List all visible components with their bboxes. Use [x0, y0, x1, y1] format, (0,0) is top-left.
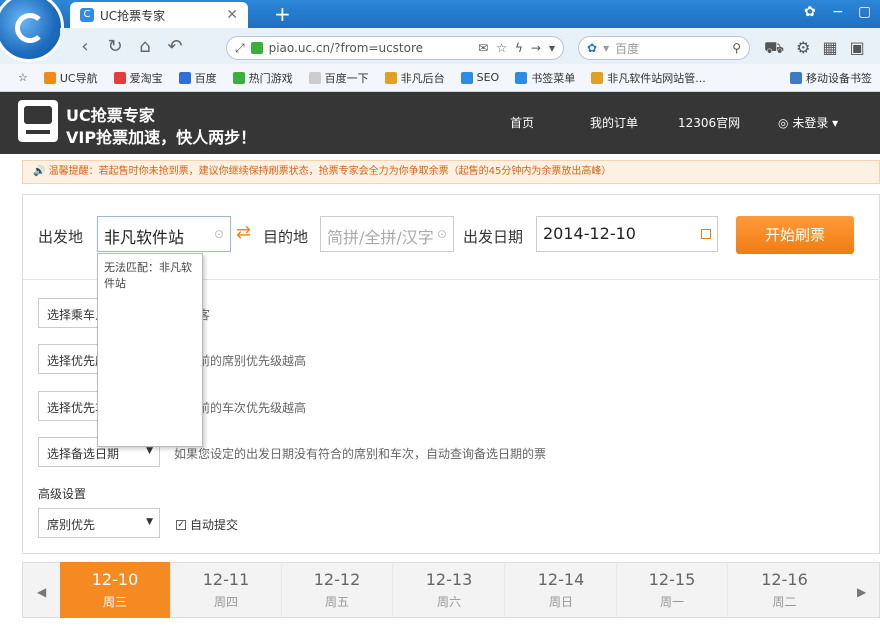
new-tab-icon[interactable]: +: [274, 2, 291, 26]
bookmark-icon: [113, 71, 126, 84]
location-pin-icon: ⊙: [436, 227, 447, 241]
mail-icon[interactable]: ✉: [478, 41, 488, 55]
calendar-icon[interactable]: [701, 229, 711, 239]
user-icon: ◎: [778, 116, 789, 130]
date-label: 出发日期: [463, 228, 524, 246]
next-arrow-icon[interactable]: ▶: [857, 585, 866, 599]
chevron-down-icon: ▾: [832, 116, 839, 130]
date-tab-5[interactable]: 12-15 周一: [617, 562, 728, 618]
site-title: UC抢票专家: [66, 106, 155, 125]
maximize-icon[interactable]: ▢: [858, 4, 871, 20]
from-value: 非凡软件站: [104, 228, 185, 247]
bookmark-icon: [308, 71, 321, 84]
speaker-icon: 🔊: [33, 166, 46, 177]
home-icon[interactable]: ⌂: [130, 36, 160, 57]
tab-favicon-icon: C: [80, 8, 94, 22]
search-engine-dropdown-icon[interactable]: ▾: [603, 41, 609, 55]
bookmark-icon: [178, 71, 191, 84]
bookmarks-star-icon[interactable]: ☆: [10, 71, 36, 84]
no-match-text: 无法匹配：非凡软件站: [104, 261, 192, 290]
date-tab-3[interactable]: 12-13 周六: [394, 562, 505, 618]
to-label: 目的地: [263, 228, 309, 246]
prev-arrow-icon[interactable]: ◀: [37, 585, 46, 599]
nav-12306[interactable]: 12306官网: [678, 114, 740, 131]
bookmarks-bar: ☆ UC导航 爱淘宝 百度 热门游戏 百度一下 非凡后台 SEO 书签菜单 非凡…: [0, 64, 880, 92]
folder-icon: [515, 71, 528, 84]
notice-text: 温馨提醒：若起售时你未抢到票，建议你继续保持刷票状态，抢票专家会全力为你争取余票…: [48, 166, 612, 177]
login-label: 未登录: [792, 116, 829, 130]
bookmark-icon: [232, 71, 245, 84]
site-header: UC抢票专家 VIP抢票加速，快人两步！ 首页 我的订单 12306官网 ◎ 未…: [0, 92, 880, 154]
login-menu[interactable]: ◎ 未登录 ▾: [778, 114, 838, 131]
notice-banner: 🔊 温馨提醒：若起售时你未抢到票，建议你继续保持刷票状态，抢票专家会全力为你争取…: [22, 160, 880, 184]
search-box[interactable]: ✿ ▾ 百度 ⚲: [578, 36, 750, 60]
site-subtitle: VIP抢票加速，快人两步！: [66, 128, 257, 147]
date-input[interactable]: 2014-12-10: [536, 216, 718, 252]
bookmark-3[interactable]: 热门游戏: [225, 70, 301, 86]
url-text: piao.uc.cn/?from=ucstore: [268, 41, 424, 55]
browser-tab[interactable]: C UC抢票专家 ✕: [70, 2, 248, 28]
search-icon[interactable]: ⚲: [732, 41, 741, 55]
bookmark-1[interactable]: 爱淘宝: [106, 70, 171, 86]
tab-close-icon[interactable]: ✕: [226, 7, 238, 23]
secure-shield-icon: [250, 42, 263, 54]
advanced-label: 高级设置: [38, 487, 87, 501]
from-input[interactable]: 非凡软件站 ⊙: [97, 216, 231, 252]
date-tab-6[interactable]: 12-16 周二: [729, 562, 840, 618]
apps-icon[interactable]: ▣: [850, 38, 865, 59]
bookmark-4[interactable]: 百度一下: [301, 70, 377, 86]
grid-icon[interactable]: ▦: [822, 38, 837, 59]
chevron-down-icon: ▼: [146, 517, 153, 527]
bookmark-icon: [591, 71, 604, 84]
mobile-bookmarks[interactable]: 移动设备书签: [782, 70, 880, 86]
tab-title: UC抢票专家: [100, 8, 166, 23]
search-input[interactable]: 百度: [615, 40, 639, 57]
chevron-down-icon: ▼: [146, 446, 153, 456]
address-bar[interactable]: ⤢ piao.uc.cn/?from=ucstore ✉ ☆ ϟ → ▾: [226, 36, 564, 60]
location-pin-icon: ⊙: [213, 227, 224, 241]
bookmark-8[interactable]: 非凡软件站网站管...: [583, 70, 714, 86]
dropdown-icon[interactable]: ▾: [549, 41, 555, 55]
nav-home[interactable]: 首页: [510, 114, 534, 131]
bookmark-6[interactable]: SEO: [453, 71, 508, 84]
undo-icon[interactable]: ↶: [160, 36, 190, 57]
backup-date-hint: 如果您设定的出发日期没有符合的席别和车次，自动查询备选日期的票: [174, 447, 547, 461]
bookmark-icon: [43, 71, 56, 84]
date-tab-4[interactable]: 12-14 周日: [506, 562, 617, 618]
from-label: 出发地: [38, 228, 84, 246]
date-value: 2014-12-10: [543, 224, 636, 243]
bookmark-0[interactable]: UC导航: [36, 70, 106, 86]
skin-icon[interactable]: ✿: [804, 4, 816, 20]
star-icon[interactable]: ☆: [496, 41, 507, 55]
priority-select[interactable]: 席别优先 ▼: [38, 508, 160, 538]
nav-my-orders[interactable]: 我的订单: [590, 114, 638, 131]
to-input[interactable]: 简拼/全拼/汉字 ⊙: [320, 216, 454, 252]
bookmark-2[interactable]: 百度: [171, 70, 225, 86]
start-button[interactable]: 开始刷票: [736, 216, 854, 254]
truck-icon[interactable]: ⛟: [764, 38, 784, 59]
checkbox-icon[interactable]: ✓: [176, 519, 186, 530]
bookmark-icon: [384, 71, 397, 84]
auto-submit-checkbox[interactable]: ✓ 自动提交: [176, 516, 238, 533]
swap-icon[interactable]: ⇄: [236, 222, 251, 243]
lightning-icon[interactable]: ϟ: [515, 41, 523, 55]
mobile-icon: [790, 71, 802, 84]
date-tab-2[interactable]: 12-12 周五: [282, 562, 393, 618]
refresh-icon[interactable]: ↻: [100, 36, 130, 57]
minimize-icon[interactable]: −: [832, 4, 844, 20]
arrow-right-icon[interactable]: →: [531, 41, 541, 55]
bookmark-5[interactable]: 非凡后台: [377, 70, 453, 86]
folder-icon: [460, 71, 473, 84]
date-tab-1[interactable]: 12-11 周四: [171, 562, 282, 618]
bookmark-7[interactable]: 书签菜单: [507, 70, 583, 86]
to-placeholder: 简拼/全拼/汉字: [327, 228, 434, 247]
share-icon[interactable]: ⤢: [235, 41, 245, 56]
train-logo-icon[interactable]: [18, 100, 58, 142]
baidu-paw-icon: ✿: [587, 41, 598, 55]
autocomplete-dropdown[interactable]: 无法匹配：非凡软件站: [97, 253, 203, 447]
back-icon[interactable]: ‹: [70, 36, 100, 57]
date-tab-0[interactable]: 12-10 周三: [60, 562, 171, 618]
extension-icon[interactable]: ⚙: [796, 38, 810, 59]
